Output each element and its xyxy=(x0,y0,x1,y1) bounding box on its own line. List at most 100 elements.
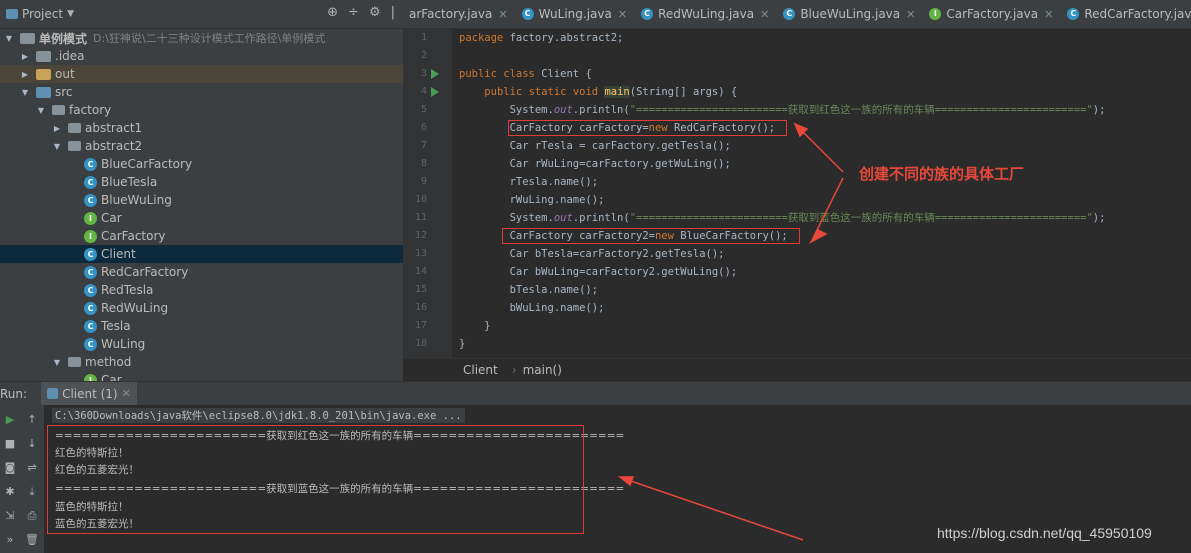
code-line[interactable]: bWuLing.name(); xyxy=(459,299,605,317)
line-number: 6 xyxy=(420,122,427,133)
down-icon[interactable]: ↓ xyxy=(25,437,39,451)
code-line[interactable]: package factory.abstract2; xyxy=(459,29,623,47)
collapsed-arrow-icon[interactable]: ▶ xyxy=(20,52,30,61)
tab-label: RedWuLing.java xyxy=(658,7,755,21)
breadcrumb-method[interactable]: main() xyxy=(523,363,562,377)
tree-item[interactable]: C Tesla xyxy=(0,317,403,335)
locate-icon[interactable]: ⊕ xyxy=(327,5,338,20)
code-line[interactable]: Car rTesla = carFactory.getTesla(); xyxy=(459,137,731,155)
wrap-icon[interactable]: ⇌ xyxy=(25,461,39,475)
editor-tab[interactable]: CRedCarFactory.java✕ xyxy=(1061,0,1191,28)
close-icon[interactable]: ✕ xyxy=(122,387,131,400)
code-line[interactable]: bTesla.name(); xyxy=(459,281,599,299)
line-number: 5 xyxy=(420,104,427,115)
expanded-arrow-icon[interactable]: ▼ xyxy=(4,34,14,43)
code-line[interactable]: System.out.println("====================… xyxy=(459,209,1106,227)
tab-label: RedCarFactory.java xyxy=(1084,7,1191,21)
tree-item[interactable]: ▶ abstract1 xyxy=(0,119,403,137)
stop-icon[interactable]: ■ xyxy=(3,437,17,451)
tree-item-label: RedCarFactory xyxy=(101,265,189,279)
code-line[interactable]: public class Client { xyxy=(459,65,592,83)
tree-item[interactable]: ▶ out xyxy=(0,65,403,83)
camera-icon[interactable]: ◙ xyxy=(3,461,17,475)
editor-tab[interactable]: arFactory.java ✕ xyxy=(403,0,516,28)
line-number: 9 xyxy=(420,176,427,187)
tree-item[interactable]: I CarFactory xyxy=(0,227,403,245)
dropdown-icon[interactable]: ▼ xyxy=(67,9,74,19)
tree-item[interactable]: C WuLing xyxy=(0,335,403,353)
line-number: 17 xyxy=(414,320,427,331)
more-icon[interactable]: » xyxy=(3,533,17,547)
code-line[interactable]: rTesla.name(); xyxy=(459,173,599,191)
project-icon xyxy=(6,9,18,19)
tree-item[interactable]: ▼ method xyxy=(0,353,403,371)
expanded-arrow-icon[interactable]: ▼ xyxy=(36,106,46,115)
tree-item-label: Car xyxy=(101,211,122,225)
code-line[interactable]: Car rWuLing=carFactory.getWuLing(); xyxy=(459,155,731,173)
tab-close-icon[interactable]: ✕ xyxy=(760,8,769,21)
interface-icon: I xyxy=(84,373,97,381)
code-line[interactable]: rWuLing.name(); xyxy=(459,191,605,209)
collapsed-arrow-icon[interactable]: ▶ xyxy=(52,124,62,133)
hide-icon[interactable]: | xyxy=(391,5,395,20)
exit-icon[interactable]: ⇲ xyxy=(3,509,17,523)
tree-item[interactable]: C BlueCarFactory xyxy=(0,155,403,173)
tab-close-icon[interactable]: ✕ xyxy=(498,8,507,21)
tree-item[interactable]: I Car xyxy=(0,209,403,227)
tree-item[interactable]: C RedTesla xyxy=(0,281,403,299)
code-line[interactable]: } xyxy=(459,335,465,353)
tree-item[interactable]: C BlueTesla xyxy=(0,173,403,191)
editor-tab[interactable]: C BlueWuLing.java ✕ xyxy=(777,0,923,28)
gear-icon[interactable]: ⚙ xyxy=(369,5,381,20)
highlight-box xyxy=(508,120,787,136)
run-tab[interactable]: Client (1) ✕ xyxy=(41,381,137,406)
tree-item[interactable]: ▼ abstract2 xyxy=(0,137,403,155)
expanded-arrow-icon[interactable]: ▼ xyxy=(52,142,62,151)
tab-label: CarFactory.java xyxy=(946,7,1039,21)
editor-tab[interactable]: I CarFactory.java ✕ xyxy=(923,0,1061,28)
package-icon xyxy=(52,105,65,115)
run-tool-strip: ▶ ■ ◙ ✱ ⇲ » xyxy=(0,405,20,553)
code-line[interactable]: System.out.println("====================… xyxy=(459,101,1106,119)
code-line[interactable]: Car bTesla=carFactory2.getTesla(); xyxy=(459,245,725,263)
tree-item-label: abstract2 xyxy=(85,139,143,153)
tree-item[interactable]: ▼ 单例模式 D:\狂神说\二十三种设计模式工作路径\单例模式 xyxy=(0,29,403,47)
tree-item[interactable]: C RedWuLing xyxy=(0,299,403,317)
tree-item[interactable]: I Car xyxy=(0,371,403,381)
trash-icon[interactable]: 🗑 xyxy=(25,533,39,547)
rerun-icon[interactable]: ▶ xyxy=(3,413,17,427)
tree-item[interactable]: ▶ .idea xyxy=(0,47,403,65)
collapse-icon[interactable]: ÷ xyxy=(348,5,359,20)
editor-tab[interactable]: C WuLing.java ✕ xyxy=(516,0,635,28)
code-line[interactable]: Car bWuLing=carFactory2.getWuLing(); xyxy=(459,263,738,281)
editor-tab[interactable]: C RedWuLing.java ✕ xyxy=(635,0,777,28)
line-number: 11 xyxy=(414,212,427,223)
breadcrumb-class[interactable]: Client xyxy=(463,363,498,377)
code-editor[interactable]: package factory.abstract2; public class C… xyxy=(452,29,1191,358)
run-gutter-icon[interactable] xyxy=(431,69,439,79)
tab-close-icon[interactable]: ✕ xyxy=(906,8,915,21)
expanded-arrow-icon[interactable]: ▼ xyxy=(20,88,30,97)
line-number: 2 xyxy=(420,50,427,61)
debug-icon[interactable]: ✱ xyxy=(3,485,17,499)
code-line[interactable]: } xyxy=(459,317,490,335)
run-label: Run: xyxy=(0,386,28,401)
tree-item[interactable]: C BlueWuLing xyxy=(0,191,403,209)
tab-close-icon[interactable]: ✕ xyxy=(1044,8,1053,21)
collapsed-arrow-icon[interactable]: ▶ xyxy=(20,70,30,79)
code-line[interactable]: public static void main(String[] args) { xyxy=(459,83,737,101)
tree-item[interactable]: ▼ src xyxy=(0,83,403,101)
up-icon[interactable]: ↑ xyxy=(25,413,39,427)
print-icon[interactable]: ⎙ xyxy=(25,509,39,523)
interface-icon: I xyxy=(84,229,97,243)
breadcrumb: Client › main() xyxy=(403,358,1191,381)
class-icon: C xyxy=(84,157,97,171)
scroll-end-icon[interactable]: ⤓ xyxy=(25,485,39,499)
tab-close-icon[interactable]: ✕ xyxy=(618,8,627,21)
project-title[interactable]: Project xyxy=(22,7,63,21)
tree-item[interactable]: C RedCarFactory xyxy=(0,263,403,281)
tree-item[interactable]: ▼ factory xyxy=(0,101,403,119)
tree-item[interactable]: C Client xyxy=(0,245,403,263)
expanded-arrow-icon[interactable]: ▼ xyxy=(52,358,62,367)
run-gutter-icon[interactable] xyxy=(431,87,439,97)
